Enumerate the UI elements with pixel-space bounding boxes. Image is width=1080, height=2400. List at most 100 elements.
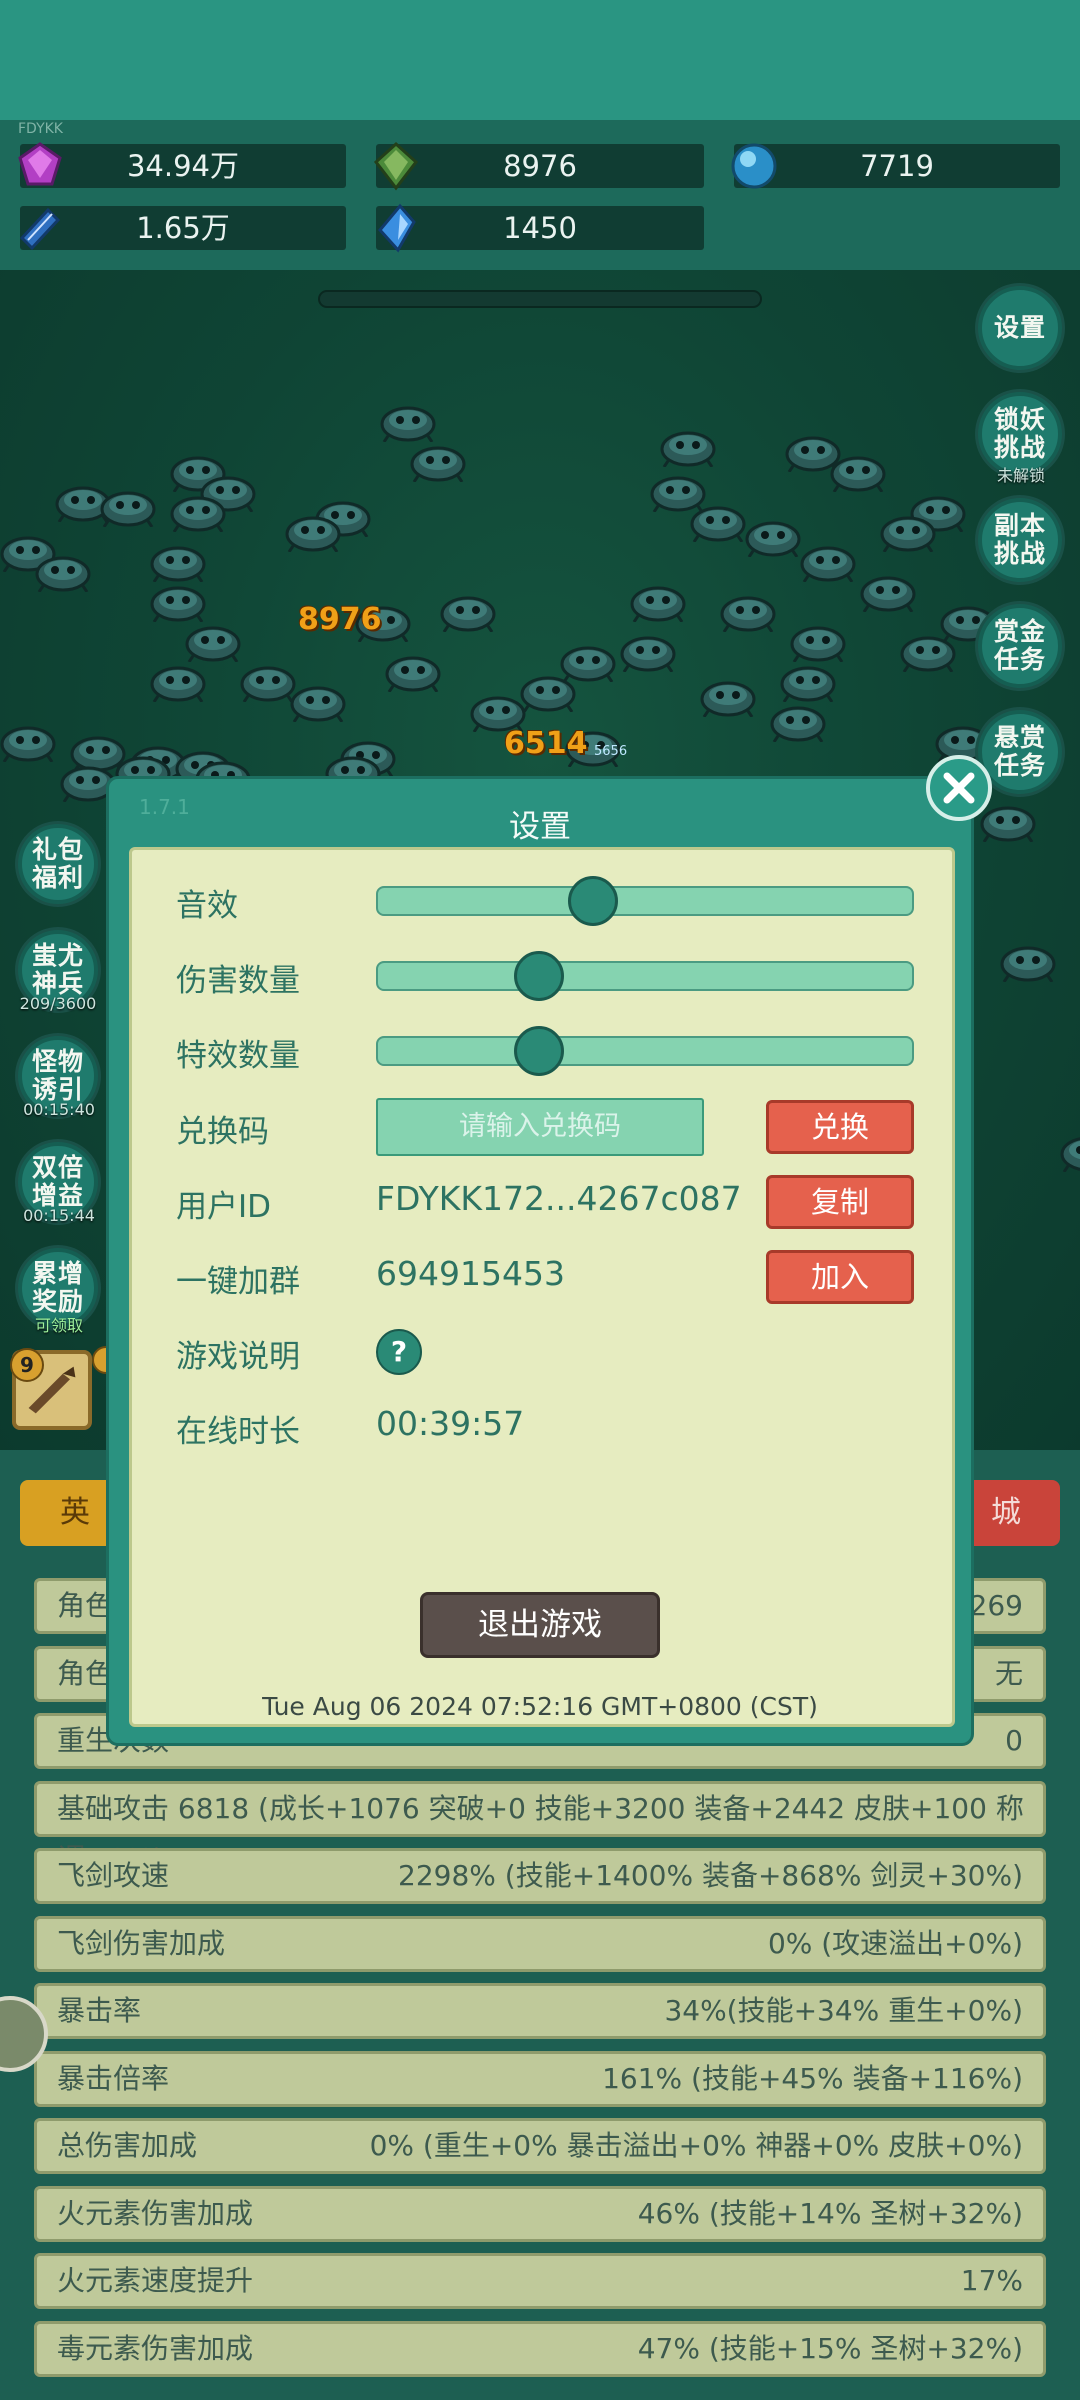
monster-sprite bbox=[660, 425, 716, 468]
copy-button[interactable]: 复制 bbox=[766, 1175, 914, 1229]
settings-button[interactable]: 设置 bbox=[978, 286, 1062, 370]
double-boost-timer: 00:15:44 bbox=[23, 1206, 95, 1225]
monster-sprite bbox=[240, 660, 296, 703]
monster-sprite bbox=[880, 510, 936, 553]
monster-sprite bbox=[1000, 940, 1056, 983]
monster-sprite bbox=[410, 440, 466, 483]
resource-green-crystal: 8976 bbox=[373, 141, 704, 191]
monster-sprite bbox=[630, 580, 686, 623]
monster-sprite bbox=[860, 570, 916, 613]
damage-number: 6514 bbox=[504, 726, 588, 761]
stat-label: 火元素伤害加成 bbox=[57, 2196, 254, 2230]
redeem-code-input[interactable]: 请输入兑换码 bbox=[376, 1098, 704, 1156]
damage-count-label: 伤害数量 bbox=[176, 963, 300, 999]
effect-count-label: 特效数量 bbox=[176, 1038, 300, 1074]
stat-value: 161% (技能+45% 装备+116%) bbox=[602, 2061, 1023, 2095]
monster-sprite bbox=[830, 450, 886, 493]
monster-sprite bbox=[100, 485, 156, 528]
join-button[interactable]: 加入 bbox=[766, 1250, 914, 1304]
online-time-label: 在线时长 bbox=[176, 1414, 300, 1450]
monster-sprite bbox=[745, 515, 801, 558]
stat-label: 总伤害加成 bbox=[57, 2129, 198, 2162]
stat-value: 47% (技能+15% 圣树+32%) bbox=[637, 2331, 1023, 2365]
monster-sprite bbox=[720, 590, 776, 633]
stat-value: 34%(技能+34% 重生+0%) bbox=[664, 1994, 1023, 2027]
monster-sprite bbox=[980, 800, 1036, 843]
player-tag: FDYKK bbox=[18, 121, 63, 137]
game-guide-label: 游戏说明 bbox=[176, 1339, 300, 1375]
resource-blue-orb: 7719 bbox=[731, 143, 1060, 189]
stat-row: 飞剑攻速 2298% (技能+1400% 装备+868% 剑灵+30%) bbox=[34, 1848, 1046, 1904]
redeem-button[interactable]: 兑换 bbox=[766, 1100, 914, 1154]
item-level-badge: 9 bbox=[10, 1348, 44, 1382]
bounty-task-button[interactable]: 赏金任务 bbox=[978, 604, 1062, 688]
stat-value: 无 bbox=[994, 1656, 1023, 1690]
stat-value: 0% (攻速溢出+0%) bbox=[767, 1926, 1023, 1960]
locked-label: 未解锁 bbox=[996, 466, 1045, 485]
monster-sprite bbox=[900, 630, 956, 673]
monster-sprite bbox=[790, 620, 846, 663]
damage-number: 8976 bbox=[298, 602, 382, 637]
stat-label: 毒元素伤害加成 bbox=[57, 2331, 254, 2365]
stat-value: 0 bbox=[1005, 1724, 1023, 1757]
slider-knob[interactable] bbox=[568, 876, 619, 926]
stat-value: 0% (重生+0% 暴击溢出+0% 神器+0% 皮肤+0%) bbox=[369, 2129, 1023, 2162]
wave-progress-bar bbox=[318, 290, 762, 308]
group-number: 694915453 bbox=[376, 1254, 565, 1293]
dungeon-challenge-button[interactable]: 副本挑战 bbox=[978, 498, 1062, 582]
stat-row: 飞剑伤害加成 0% (攻速溢出+0%) bbox=[34, 1915, 1046, 1972]
stat-row: 暴击率 34%(技能+34% 重生+0%) bbox=[34, 1983, 1046, 2039]
monster-sprite bbox=[440, 590, 496, 633]
monster-sprite bbox=[0, 720, 56, 763]
stat-label: 飞剑伤害加成 bbox=[57, 1926, 226, 1960]
stat-label: 角色 bbox=[57, 1589, 114, 1622]
stat-value: 46% (技能+14% 圣树+32%) bbox=[637, 2196, 1023, 2230]
monster-sprite bbox=[780, 660, 836, 703]
help-icon[interactable]: ? bbox=[376, 1329, 422, 1375]
exit-game-button[interactable]: 退出游戏 bbox=[420, 1592, 660, 1658]
current-datetime: Tue Aug 06 2024 07:52:16 GMT+0800 (CST) bbox=[262, 1692, 818, 1721]
resource-blue-book: 1.65万 bbox=[19, 206, 346, 251]
status-bar-area bbox=[0, 0, 1080, 120]
monster-sprite bbox=[385, 650, 441, 693]
gift-pack-button[interactable]: 礼包福利 bbox=[18, 824, 98, 904]
monster-sprite bbox=[770, 700, 826, 743]
monster-sprite bbox=[185, 620, 241, 663]
user-id-label: 用户ID bbox=[176, 1189, 272, 1225]
stat-row: 总伤害加成 0% (重生+0% 暴击溢出+0% 神器+0% 皮肤+0%) bbox=[34, 2118, 1046, 2174]
stat-value: 2298% (技能+1400% 装备+868% 剑灵+30%) bbox=[398, 1859, 1023, 1892]
resource-blue-shard: 1450 bbox=[376, 203, 704, 253]
stat-label: 暴击率 bbox=[57, 1994, 142, 2027]
stat-label: 火元素速度提升 bbox=[57, 2264, 254, 2297]
monster-sprite bbox=[690, 500, 746, 543]
close-button[interactable] bbox=[926, 755, 992, 821]
monster-sprite bbox=[620, 630, 676, 673]
monster-sprite bbox=[285, 510, 341, 553]
damage-count-slider[interactable] bbox=[376, 951, 914, 1001]
monster-sprite bbox=[35, 550, 91, 593]
monster-lure-timer: 00:15:40 bbox=[23, 1100, 95, 1119]
join-group-label: 一键加群 bbox=[176, 1264, 300, 1300]
resource-purple-gem: 34.94万 bbox=[18, 142, 346, 188]
stat-label: 飞剑攻速 bbox=[57, 1859, 170, 1892]
monster-sprite bbox=[380, 400, 436, 443]
online-time-value: 00:39:57 bbox=[376, 1404, 525, 1443]
stat-row: 毒元素伤害加成 47% (技能+15% 圣树+32%) bbox=[34, 2320, 1046, 2377]
equipped-item-slot[interactable]: 9 bbox=[10, 1348, 92, 1430]
dialog-title: 设置 bbox=[509, 809, 571, 845]
monster-sprite bbox=[520, 670, 576, 713]
stat-label: 暴击倍率 bbox=[57, 2061, 170, 2095]
sound-slider[interactable] bbox=[376, 876, 914, 926]
monster-sprite bbox=[800, 540, 856, 583]
monster-sprite bbox=[170, 490, 226, 533]
monster-sprite bbox=[290, 680, 346, 723]
chiyou-progress-label: 209/3600 bbox=[19, 994, 97, 1013]
stat-value: 17% bbox=[960, 2264, 1023, 2297]
stat-value: 269 bbox=[969, 1589, 1023, 1622]
sound-label: 音效 bbox=[176, 888, 238, 924]
monster-sprite bbox=[1060, 1130, 1080, 1173]
stat-row: 火元素速度提升 17% bbox=[34, 2253, 1046, 2309]
user-id-value: FDYKK172...4267c087 bbox=[376, 1179, 742, 1218]
claimable-label: 可领取 bbox=[34, 1316, 83, 1335]
effect-count-slider[interactable] bbox=[376, 1026, 914, 1076]
